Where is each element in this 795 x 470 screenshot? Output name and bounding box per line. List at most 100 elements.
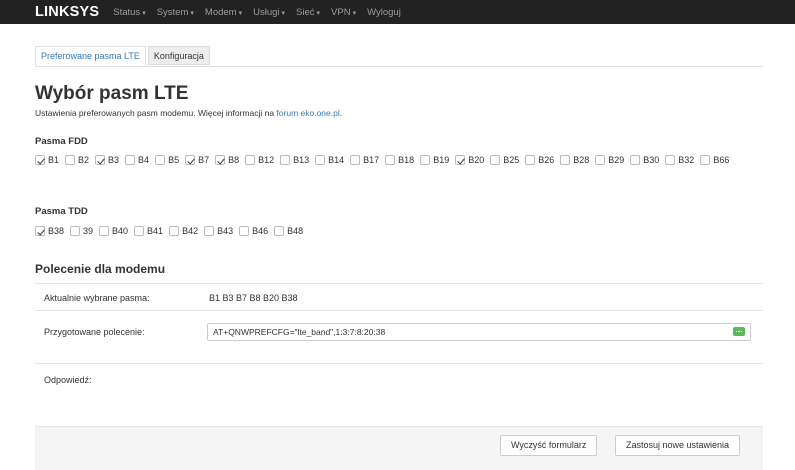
band-label: B3: [108, 155, 120, 165]
band-checkbox[interactable]: [630, 155, 641, 165]
band-label: B32: [678, 155, 695, 165]
band-checkbox[interactable]: [665, 155, 676, 165]
band-label: B48: [287, 226, 304, 236]
band-label: B2: [78, 155, 90, 165]
nav-vpn[interactable]: VPN ▾: [331, 7, 356, 18]
page-title: Wybór pasm LTE: [35, 83, 189, 104]
fdd-band-b26[interactable]: B26: [525, 154, 554, 166]
band-label: B42: [182, 226, 199, 236]
tdd-band-b46[interactable]: B46: [239, 225, 268, 237]
band-checkbox[interactable]: [70, 226, 81, 236]
tdd-band-b48[interactable]: B48: [274, 225, 303, 237]
band-checkbox[interactable]: [280, 155, 291, 165]
nav-system[interactable]: System ▾: [157, 7, 194, 18]
fdd-band-b7[interactable]: B7: [185, 154, 209, 166]
band-checkbox[interactable]: [595, 155, 606, 165]
band-checkbox[interactable]: [215, 155, 226, 165]
tdd-band-b38[interactable]: B38: [35, 225, 64, 237]
nav-logout[interactable]: Wyloguj: [367, 7, 401, 18]
tdd-band-b42[interactable]: B42: [169, 225, 198, 237]
nav-modem-label: Modem: [204, 6, 237, 18]
band-checkbox[interactable]: [169, 226, 180, 236]
fdd-band-b66[interactable]: B66: [700, 154, 729, 166]
nav-modem[interactable]: Modem ▾: [205, 7, 242, 18]
fdd-band-b2[interactable]: B2: [65, 154, 89, 166]
nav-status[interactable]: Status ▾: [113, 7, 145, 18]
fdd-band-b8[interactable]: B8: [215, 154, 239, 166]
fdd-band-b25[interactable]: B25: [490, 154, 519, 166]
fdd-band-b18[interactable]: B18: [385, 154, 414, 166]
prepared-command-input[interactable]: AT+QNWPREFCFG="lte_band",1:3:7:8:20:38: [207, 323, 751, 341]
tdd-band-b41[interactable]: B41: [134, 225, 163, 237]
band-checkbox[interactable]: [560, 155, 571, 165]
band-checkbox[interactable]: [125, 155, 136, 165]
band-label: B8: [228, 155, 240, 165]
band-checkbox[interactable]: [239, 226, 250, 236]
fdd-band-b1[interactable]: B1: [35, 154, 59, 166]
forum-link[interactable]: forum eko.one.pl: [276, 108, 339, 118]
band-checkbox[interactable]: [274, 226, 285, 236]
chat-bubble-icon[interactable]: [733, 327, 745, 336]
tab-configuration[interactable]: Konfiguracja: [147, 46, 210, 65]
band-checkbox[interactable]: [490, 155, 501, 165]
band-label: 39: [83, 226, 94, 236]
band-checkbox[interactable]: [525, 155, 536, 165]
fdd-band-b4[interactable]: B4: [125, 154, 149, 166]
band-checkbox[interactable]: [315, 155, 326, 165]
band-label: B13: [293, 155, 310, 165]
band-checkbox[interactable]: [35, 155, 45, 165]
nav-siec[interactable]: Sieć ▾: [296, 7, 320, 18]
band-checkbox[interactable]: [204, 226, 215, 236]
nav-status-label: Status: [113, 6, 141, 18]
band-checkbox[interactable]: [385, 155, 396, 165]
fdd-band-b17[interactable]: B17: [350, 154, 379, 166]
fdd-band-b29[interactable]: B29: [595, 154, 624, 166]
fdd-band-b28[interactable]: B28: [560, 154, 589, 166]
band-label: B25: [503, 155, 520, 165]
band-checkbox[interactable]: [455, 155, 466, 165]
band-checkbox[interactable]: [350, 155, 361, 165]
band-checkbox[interactable]: [65, 155, 76, 165]
modem-section-title: Polecenie dla modemu: [35, 262, 166, 276]
band-label: B46: [252, 226, 269, 236]
tdd-band-39[interactable]: 39: [70, 225, 93, 237]
band-label: B5: [168, 155, 180, 165]
band-label: B19: [433, 155, 450, 165]
nav-system-label: System: [156, 6, 189, 18]
band-label: B40: [112, 226, 129, 236]
fdd-band-list: B1 B2 B3 B4 B5 B7 B8 B12 B13 B14 B17 B18 B19 B20 B25 B2…: [35, 154, 765, 166]
fdd-band-b3[interactable]: B3: [95, 154, 119, 166]
band-checkbox[interactable]: [134, 226, 145, 236]
band-label: B38: [48, 226, 65, 236]
brand-logo[interactable]: LINKSYS: [35, 4, 99, 20]
prepared-command-text: AT+QNWPREFCFG="lte_band",1:3:7:8:20:38: [213, 327, 386, 337]
description-text: Ustawienia preferowanych pasm modemu. Wi…: [35, 108, 275, 118]
fdd-band-b32[interactable]: B32: [665, 154, 694, 166]
band-checkbox[interactable]: [99, 226, 110, 236]
fdd-band-b20[interactable]: B20: [455, 154, 484, 166]
tdd-band-b40[interactable]: B40: [99, 225, 128, 237]
fdd-band-b19[interactable]: B19: [420, 154, 449, 166]
tab-preferred-lte-bands[interactable]: Preferowane pasma LTE: [35, 46, 146, 66]
tab-bar: Preferowane pasma LTE Konfiguracja: [35, 46, 763, 67]
fdd-band-b5[interactable]: B5: [155, 154, 179, 166]
fdd-band-b14[interactable]: B14: [315, 154, 344, 166]
band-checkbox[interactable]: [95, 155, 106, 165]
current-bands-row: Aktualnie wybrane pasma: B1 B3 B7 B8 B20…: [35, 283, 763, 311]
band-checkbox[interactable]: [155, 155, 166, 165]
current-bands-label: Aktualnie wybrane pasma:: [44, 293, 150, 303]
band-checkbox[interactable]: [700, 155, 711, 165]
fdd-band-b13[interactable]: B13: [280, 154, 309, 166]
band-checkbox[interactable]: [35, 226, 45, 236]
band-checkbox[interactable]: [185, 155, 196, 165]
band-label: B17: [363, 155, 380, 165]
apply-settings-button[interactable]: Zastosuj nowe ustawienia: [615, 435, 741, 456]
fdd-band-b30[interactable]: B30: [630, 154, 659, 166]
caret-down-icon: ▾: [190, 9, 194, 17]
band-checkbox[interactable]: [420, 155, 431, 165]
clear-form-button[interactable]: Wyczyść formularz: [500, 435, 598, 456]
nav-uslugi[interactable]: Usługi ▾: [253, 7, 285, 18]
fdd-band-b12[interactable]: B12: [245, 154, 274, 166]
band-checkbox[interactable]: [245, 155, 256, 165]
tdd-band-b43[interactable]: B43: [204, 225, 233, 237]
